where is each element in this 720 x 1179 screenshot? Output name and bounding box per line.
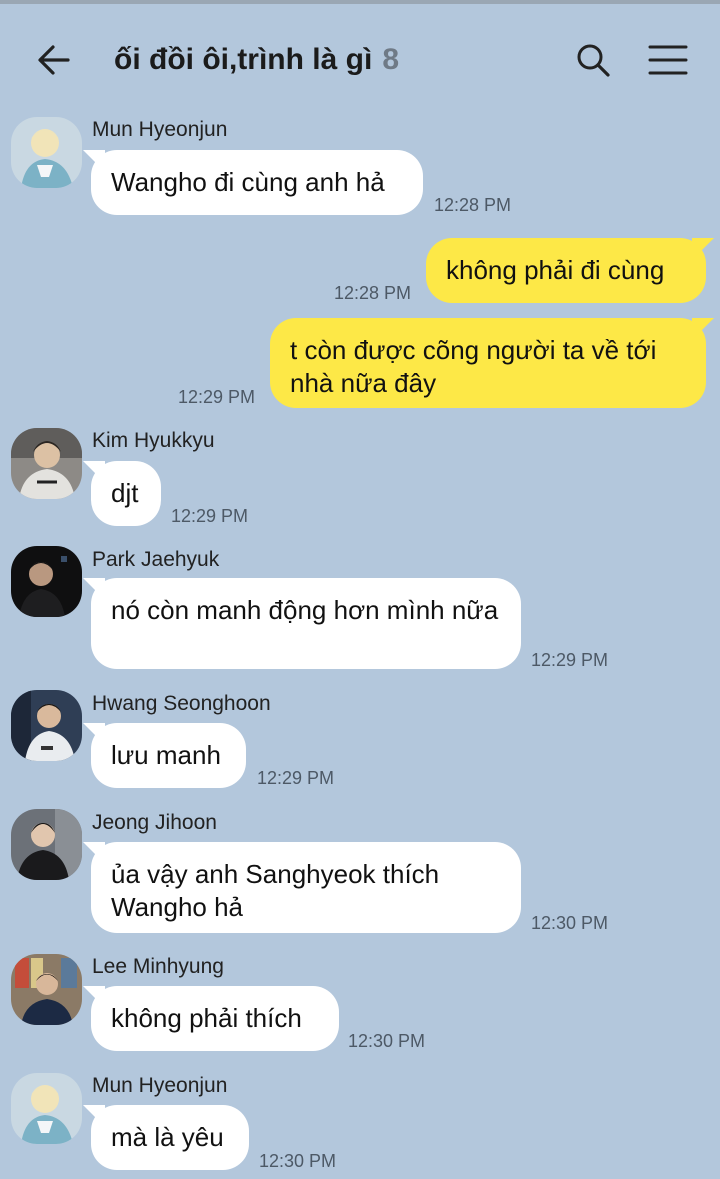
sender-name: Mun Hyeonjun [92, 118, 228, 141]
message-text: Wangho đi cùng anh hả [111, 167, 385, 197]
message-time: 12:30 PM [348, 1031, 426, 1051]
message-bubble[interactable]: không phải thích [91, 986, 339, 1051]
message-bubble[interactable]: lưu manh [91, 723, 246, 788]
message-text: t còn được cõng người ta về tới nhà nữa … [290, 335, 657, 398]
message-time: 12:29 PM [257, 768, 335, 788]
sender-name: Lee Minhyung [92, 955, 224, 978]
message-time: 12:30 PM [259, 1151, 337, 1171]
message-time: 12:29 PM [531, 650, 609, 670]
sender-name: Park Jaehyuk [92, 548, 220, 571]
search-button[interactable] [570, 38, 616, 82]
message-text: lưu manh [111, 740, 221, 770]
member-count: 8 [382, 43, 399, 76]
message-time: 12:30 PM [531, 913, 609, 933]
sender-name: Hwang Seonghoon [92, 692, 271, 715]
message-bubble[interactable]: nó còn manh động hơn mình nữa [91, 578, 521, 669]
avatar[interactable] [11, 428, 82, 499]
avatar[interactable] [11, 117, 82, 188]
message-bubble[interactable]: Wangho đi cùng anh hả [91, 150, 423, 215]
menu-button[interactable] [644, 38, 692, 82]
message-bubble-outgoing[interactable]: t còn được cõng người ta về tới nhà nữa … [270, 318, 706, 408]
message-time: 12:28 PM [434, 195, 512, 215]
message-bubble[interactable]: djt [91, 461, 161, 526]
message-time: 12:29 PM [171, 506, 249, 526]
message-text: nó còn manh động hơn mình nữa [111, 595, 499, 625]
avatar[interactable] [11, 809, 82, 880]
message-time: 12:28 PM [334, 283, 412, 303]
message-bubble[interactable]: ủa vậy anh Sanghyeok thích Wangho hả [91, 842, 521, 933]
message-time: 12:29 PM [178, 387, 256, 407]
message-text: ủa vậy anh Sanghyeok thích Wangho hả [111, 859, 440, 922]
sender-name: Jeong Jihoon [92, 811, 217, 834]
message-bubble[interactable]: mà là yêu [91, 1105, 249, 1170]
avatar[interactable] [11, 954, 82, 1025]
chat-title-text: ối đồi ôi,trình là gì [114, 43, 373, 76]
sender-name: Mun Hyeonjun [92, 1074, 228, 1097]
hamburger-menu-icon [648, 45, 688, 75]
message-bubble-outgoing[interactable]: không phải đi cùng [426, 238, 706, 303]
message-text: mà là yêu [111, 1122, 224, 1152]
chat-title[interactable]: ối đồi ôi,trình là gì 8 [114, 38, 399, 82]
message-text: không phải thích [111, 1003, 302, 1033]
avatar[interactable] [11, 1073, 82, 1144]
avatar[interactable] [11, 690, 82, 761]
avatar[interactable] [11, 546, 82, 617]
message-text: djt [111, 478, 139, 508]
arrow-left-icon [38, 45, 70, 75]
chat-header: ối đồi ôi,trình là gì 8 [0, 4, 720, 104]
message-text: không phải đi cùng [446, 255, 665, 285]
search-icon [577, 44, 610, 77]
sender-name: Kim Hyukkyu [92, 429, 215, 452]
back-button[interactable] [30, 38, 78, 82]
